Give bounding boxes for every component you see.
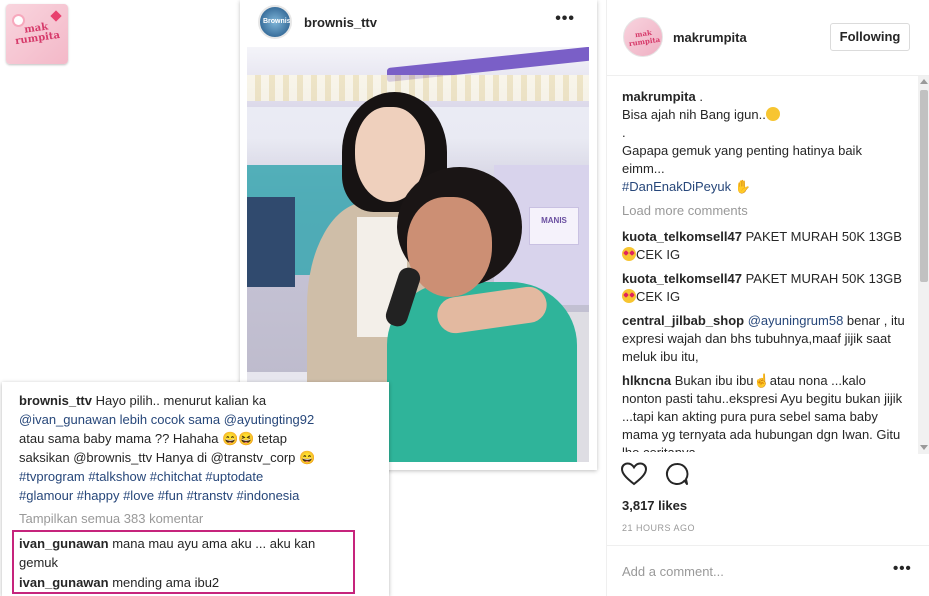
makrumpita-logo: mak rumpita — [6, 4, 68, 64]
caption-hashtag[interactable]: #DanEnakDiPeyuk — [622, 179, 731, 194]
comment-text: PAKET MURAH 50K 13GB — [745, 271, 902, 286]
caption-user-suffix: . — [695, 89, 703, 104]
embedded-caption-hashtags: #glamour #happy #love #fun #transtv #ind… — [19, 488, 300, 503]
embedded-caption-hashtags: #tvprogram #talkshow #chitchat #uptodate — [19, 469, 264, 484]
embedded-caption: brownis_ttv Hayo pilih.. menurut kalian … — [19, 391, 379, 505]
embedded-comment: ivan_gunawan mana mau ayu ama aku ... ak… — [19, 534, 349, 572]
scrollbar-thumb[interactable] — [920, 90, 928, 282]
embedded-comments-card: brownis_ttv Hayo pilih.. menurut kalian … — [2, 382, 389, 596]
comment-text: CEK IG — [636, 289, 681, 304]
comment: hlkncna Bukan ibu ibu☝atau nona ...kalo … — [622, 372, 907, 452]
embedded-caption-line: @ivan_gunawan lebih cocok sama @ayutingt… — [19, 412, 315, 427]
caption: makrumpita . Bisa ajah nih Bang igun.. .… — [622, 88, 907, 196]
comments-list[interactable]: makrumpita . Bisa ajah nih Bang igun.. .… — [622, 88, 907, 452]
studio-set-sign: MANIS — [529, 207, 579, 245]
following-button[interactable]: Following — [830, 23, 910, 51]
comment-text: PAKET MURAH 50K 13GB — [745, 229, 902, 244]
embedded-see-all-comments: Tampilkan semua 383 komentar — [19, 511, 204, 526]
grimace-emoji-icon — [765, 107, 780, 121]
add-comment-bar: Add a comment... ••• — [607, 545, 929, 596]
embedded-comment: ivan_gunawan mending ama ibu2 — [19, 573, 349, 592]
studio-lights — [247, 75, 589, 101]
collage-area: mak rumpita Brownis brownis_ttv ••• MANI… — [0, 0, 605, 596]
flower-decoration — [14, 16, 23, 25]
more-options-icon[interactable]: ••• — [893, 560, 912, 577]
comment-mention[interactable]: @ayuningrum58 — [748, 313, 844, 328]
embedded-comment-text: mending ama ibu2 — [112, 575, 220, 590]
comment: central_jilbab_shop @ayuningrum58 benar … — [622, 312, 907, 366]
post-timestamp: 21 HOURS AGO — [622, 523, 696, 533]
embedded-caption-line: saksikan @brownis_ttv Hanya di @transtv_… — [19, 450, 316, 465]
person-right-face — [407, 197, 492, 297]
embedded-caption-user: brownis_ttv — [19, 393, 92, 408]
more-options-icon: ••• — [555, 10, 575, 27]
studio-monitor — [247, 197, 295, 287]
embedded-comment-user: ivan_gunawan — [19, 575, 109, 590]
raised-hand-emoji-icon: ✋ — [734, 179, 751, 194]
heart-icon[interactable] — [620, 462, 648, 492]
pointing-hand-emoji-icon: ☝ — [753, 373, 770, 388]
comment-user[interactable]: central_jilbab_shop — [622, 313, 744, 328]
embedded-caption-line: Hayo pilih.. menurut kalian ka — [95, 393, 267, 408]
embedded-post-header: Brownis brownis_ttv ••• — [240, 0, 597, 44]
comments-scrollbar[interactable] — [918, 76, 929, 454]
brownis-avatar-text: Brownis — [263, 18, 291, 25]
caption-line: Bisa ajah nih Bang igun.. — [622, 107, 766, 122]
action-bar — [620, 462, 689, 492]
comment-user[interactable]: hlkncna — [622, 373, 671, 388]
heart-eyes-emoji-icon — [622, 289, 636, 303]
embedded-comment-user: ivan_gunawan — [19, 536, 109, 551]
comment-bubble-icon[interactable] — [665, 462, 689, 492]
heart-eyes-emoji-icon — [622, 247, 636, 261]
embedded-caption-line: atau sama baby mama ?? Hahaha 😄😆 tetap — [19, 431, 287, 446]
caption-line: . — [622, 125, 626, 140]
comment-user[interactable]: kuota_telkomsell47 — [622, 229, 742, 244]
comment-text: CEK IG — [636, 247, 681, 262]
likes-count[interactable]: 3,817 likes — [622, 498, 687, 513]
scroll-down-arrow-icon[interactable] — [920, 445, 928, 450]
header-username[interactable]: makrumpita — [673, 30, 747, 45]
comment-text: Bukan ibu ibu — [674, 373, 754, 388]
scroll-up-arrow-icon[interactable] — [920, 79, 928, 84]
load-more-comments[interactable]: Load more comments — [622, 202, 907, 220]
add-comment-input[interactable]: Add a comment... — [622, 564, 724, 579]
comment: kuota_telkomsell47 PAKET MURAH 50K 13GB C… — [622, 270, 907, 306]
post-side-panel: mak rumpita makrumpita Following makrump… — [606, 0, 929, 596]
comment-user[interactable]: kuota_telkomsell47 — [622, 271, 742, 286]
caption-user[interactable]: makrumpita — [622, 89, 696, 104]
avatar-text: mak rumpita — [628, 27, 661, 49]
avatar[interactable]: mak rumpita — [623, 17, 663, 57]
caption-line: Gapapa gemuk yang penting hatinya baik e… — [622, 143, 862, 176]
post-header: mak rumpita makrumpita Following — [607, 0, 929, 76]
brownis-avatar: Brownis — [258, 5, 292, 39]
comment: kuota_telkomsell47 PAKET MURAH 50K 13GB C… — [622, 228, 907, 264]
embedded-post-username: brownis_ttv — [304, 14, 377, 30]
